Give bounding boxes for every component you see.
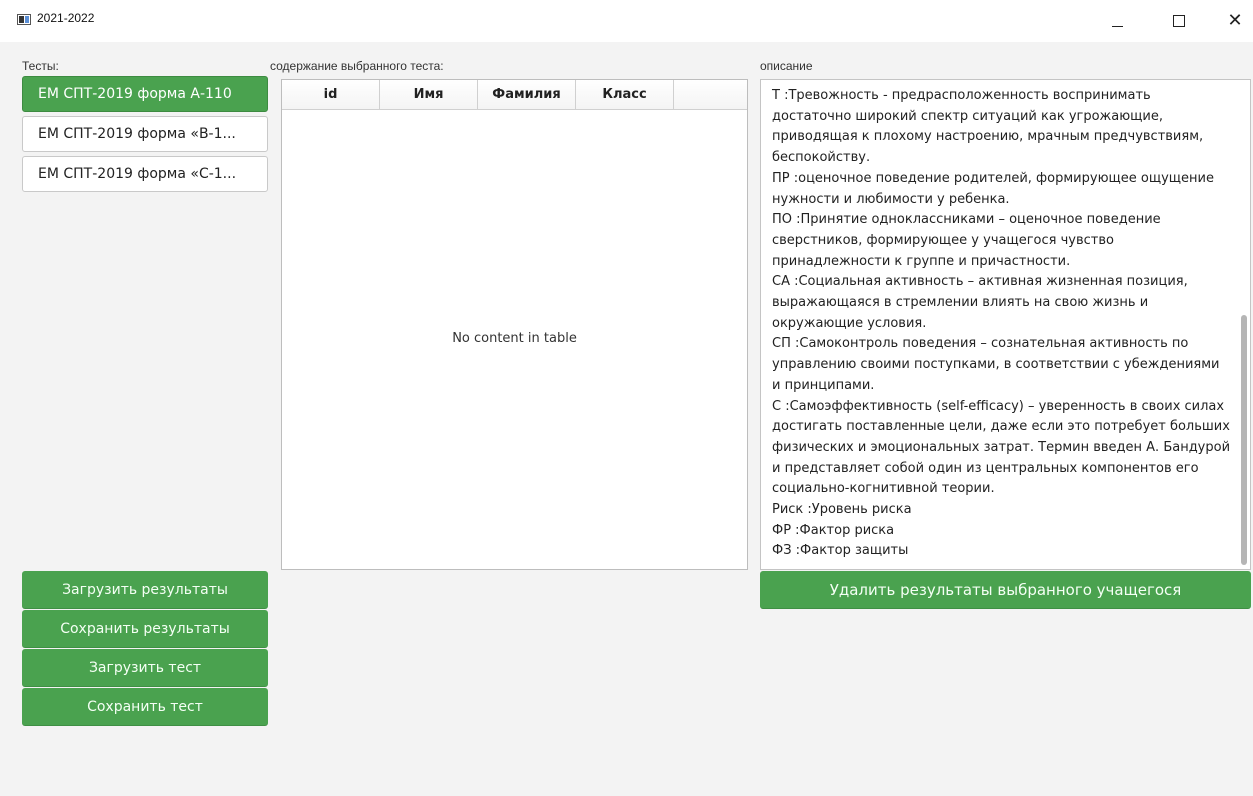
column-header-id[interactable]: id <box>282 80 380 109</box>
close-icon: ✕ <box>1227 10 1243 31</box>
column-header-surname[interactable]: Фамилия <box>478 80 576 109</box>
description-label: описание <box>760 59 813 73</box>
maximize-button[interactable] <box>1156 0 1202 42</box>
delete-student-results-button[interactable]: Удалить результаты выбранного учащегося <box>760 571 1251 609</box>
app-icon <box>17 14 31 25</box>
description-text: Т :Тревожность - предрасположенность вос… <box>772 88 1231 559</box>
table-header: id Имя Фамилия Класс <box>282 80 747 110</box>
test-content-table[interactable]: id Имя Фамилия Класс No content in table <box>281 79 748 570</box>
load-results-button[interactable]: Загрузить результаты <box>22 571 268 609</box>
tests-label: Тесты: <box>22 59 59 73</box>
description-scrollbar[interactable] <box>1241 315 1247 565</box>
maximize-icon <box>1173 15 1185 27</box>
test-item-c1[interactable]: ЕМ СПТ-2019 форма «С-1... <box>22 156 268 192</box>
save-results-button[interactable]: Сохранить результаты <box>22 610 268 648</box>
table-empty-message: No content in table <box>452 331 577 346</box>
test-item-b1[interactable]: ЕМ СПТ-2019 форма «В-1... <box>22 116 268 152</box>
column-header-filler <box>674 80 747 109</box>
test-item-a110[interactable]: ЕМ СПТ-2019 форма А-110 <box>22 76 268 112</box>
content-label: содержание выбранного теста: <box>270 59 444 73</box>
column-header-class[interactable]: Класс <box>576 80 674 109</box>
description-textarea[interactable]: Т :Тревожность - предрасположенность вос… <box>760 79 1251 570</box>
close-button[interactable]: ✕ <box>1212 0 1253 42</box>
title-bar: 2021-2022 ✕ <box>0 0 1253 42</box>
load-test-button[interactable]: Загрузить тест <box>22 649 268 687</box>
minimize-button[interactable] <box>1094 0 1140 42</box>
minimize-icon <box>1111 25 1123 27</box>
save-test-button[interactable]: Сохранить тест <box>22 688 268 726</box>
column-header-name[interactable]: Имя <box>380 80 478 109</box>
window-title: 2021-2022 <box>37 11 95 25</box>
